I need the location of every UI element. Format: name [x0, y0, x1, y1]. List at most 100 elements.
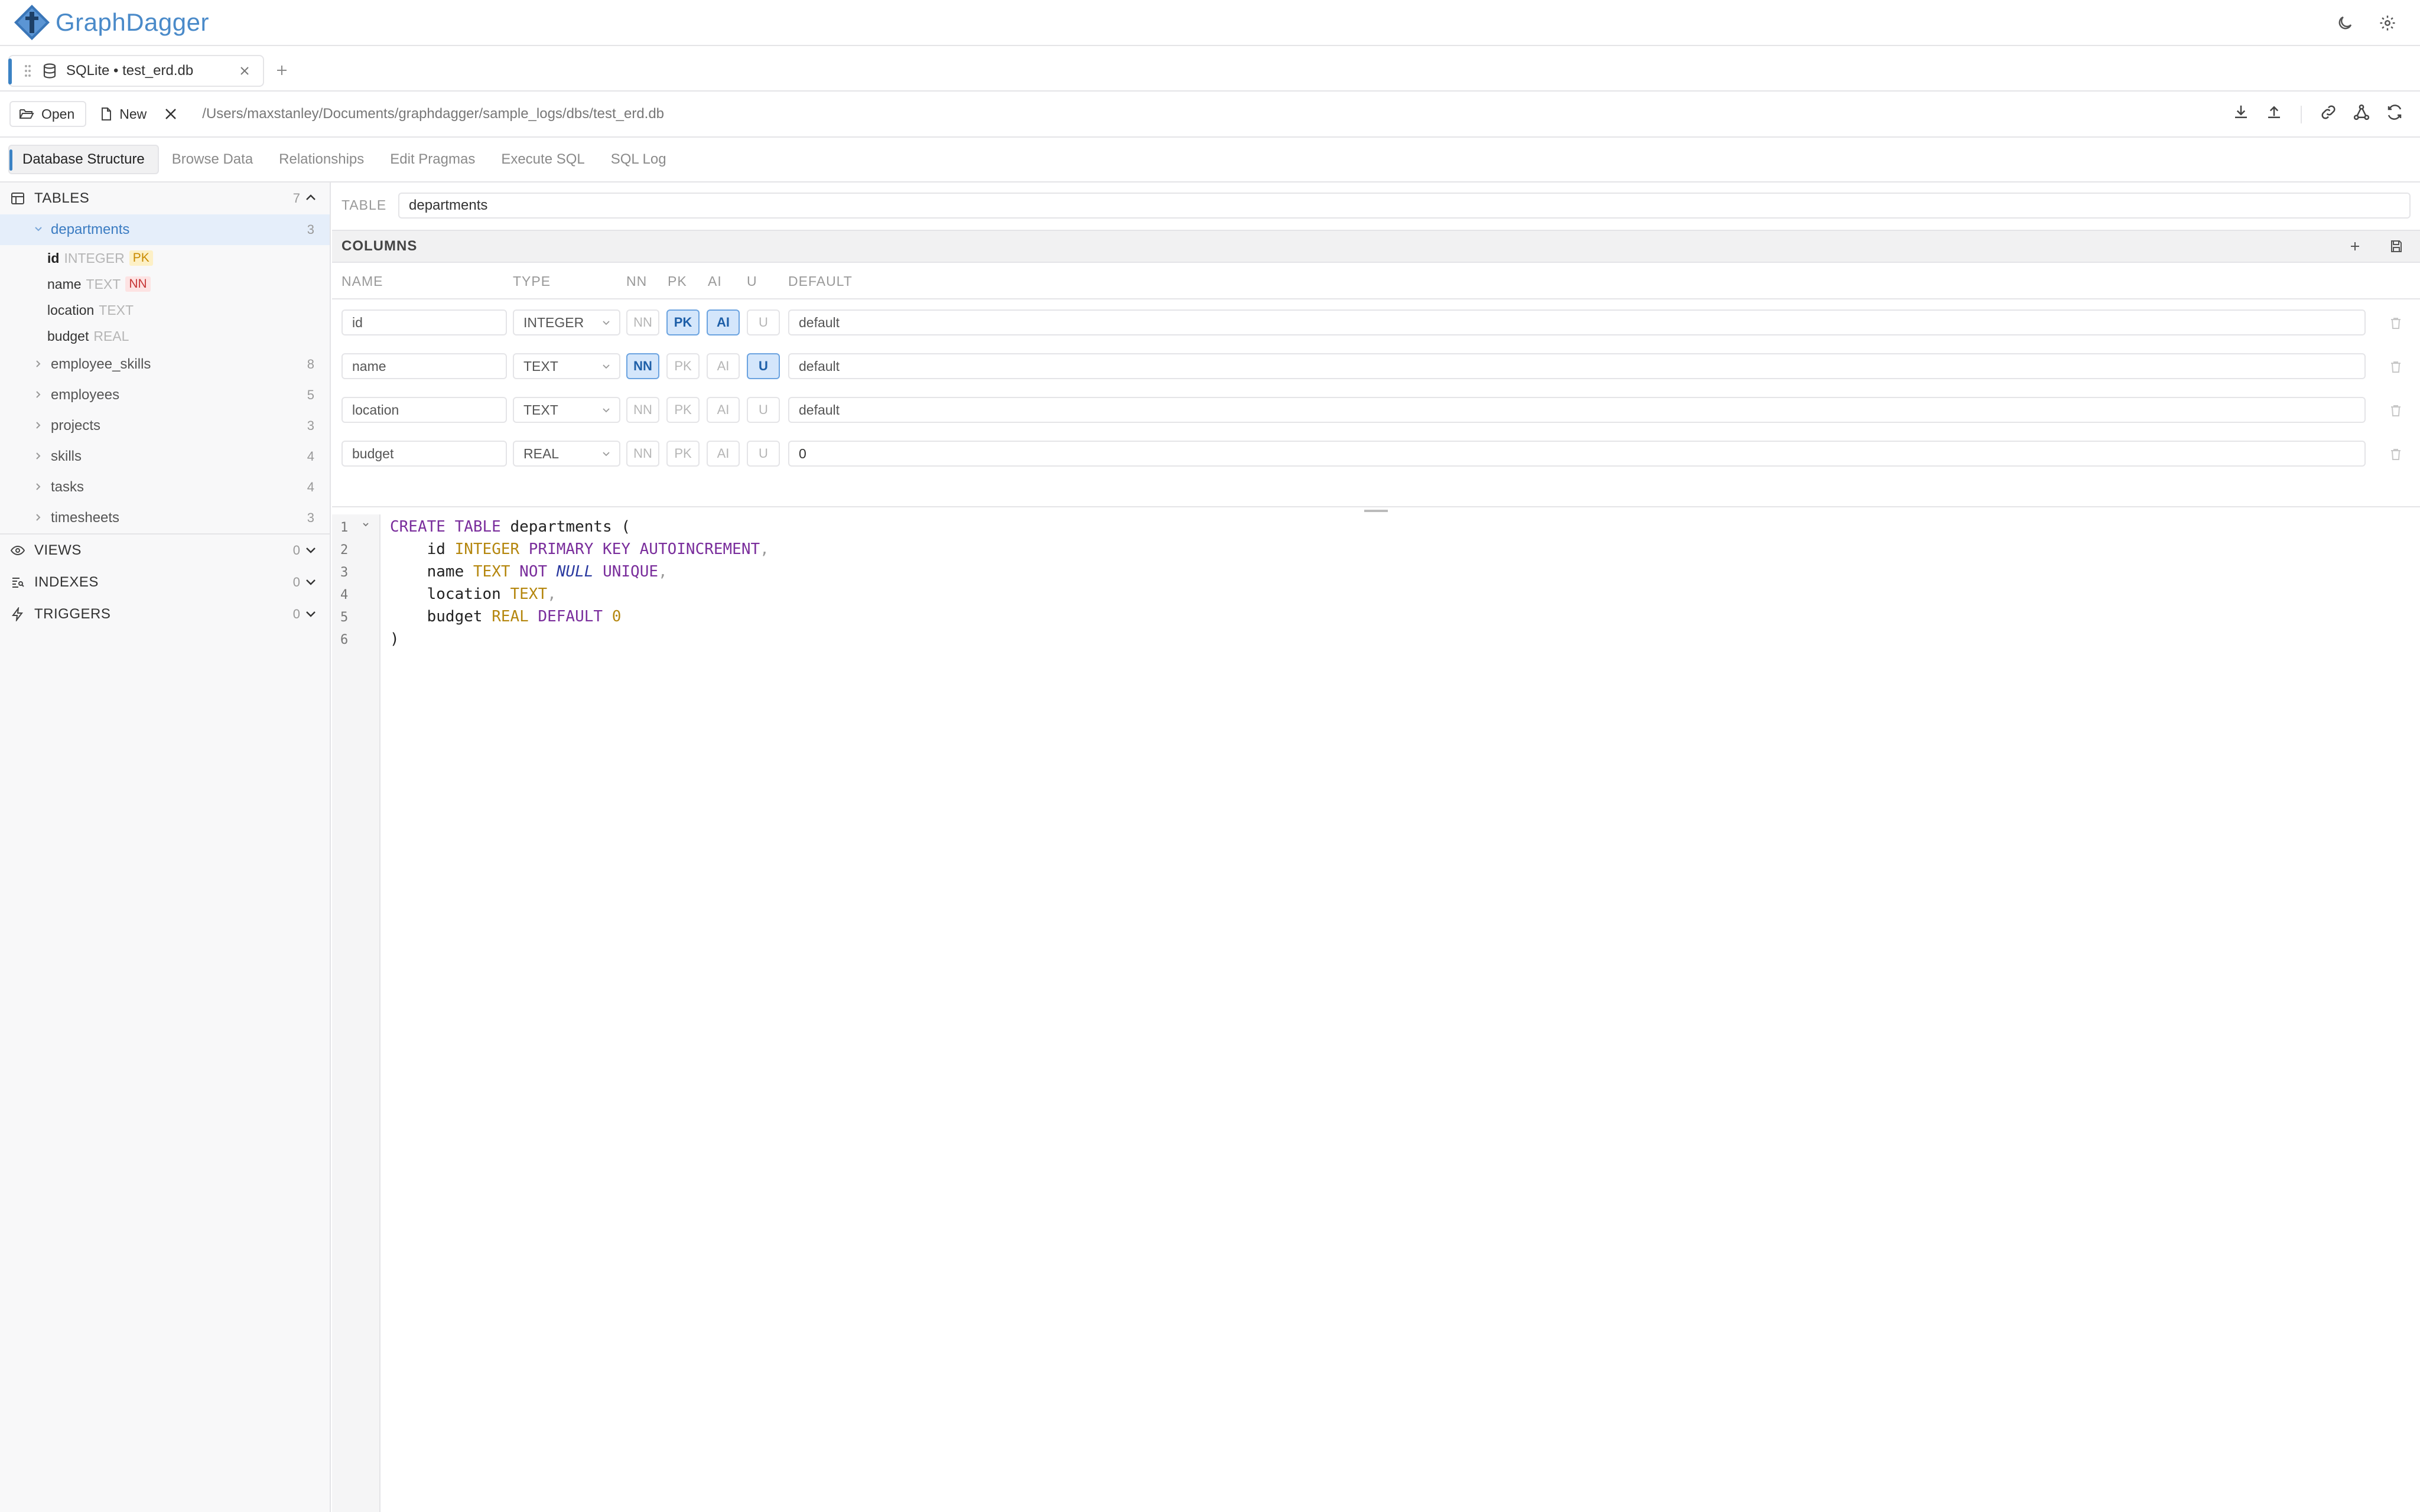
default-value-input[interactable]: default — [788, 397, 2366, 423]
tables-section-header[interactable]: TABLES 7 — [0, 183, 330, 214]
sidebar-table-projects[interactable]: projects 3 — [0, 410, 330, 441]
view-tabs: Database Structure Browse Data Relations… — [0, 138, 2420, 183]
fold-chevron-icon[interactable] — [362, 520, 370, 529]
tab-sql-log[interactable]: SQL Log — [598, 145, 679, 174]
triggers-section-label: TRIGGERS — [34, 606, 111, 622]
new-button[interactable]: New — [91, 101, 159, 127]
sidebar-table-tasks[interactable]: tasks 4 — [0, 472, 330, 503]
unique-toggle[interactable]: U — [747, 441, 780, 467]
add-tab-icon[interactable] — [275, 64, 288, 77]
chevron-right-icon[interactable] — [33, 481, 44, 492]
column-name-input[interactable]: location — [341, 397, 507, 423]
sql-punctuation: , — [547, 585, 557, 603]
tab-execute-sql[interactable]: Execute SQL — [488, 145, 597, 174]
indexes-section-header[interactable]: INDEXES 0 — [0, 566, 330, 598]
upload-icon[interactable] — [2265, 103, 2283, 126]
column-row-id: id INTEGER NN PK AI U default — [332, 301, 2420, 344]
primary-key-toggle[interactable]: PK — [666, 441, 700, 467]
download-icon[interactable] — [2232, 103, 2250, 126]
close-tab-icon[interactable] — [238, 64, 251, 77]
resize-splitter[interactable] — [332, 506, 2420, 514]
database-path: /Users/maxstanley/Documents/graphdagger/… — [202, 106, 665, 122]
chevron-down-icon[interactable] — [33, 224, 44, 234]
sidebar-column-item[interactable]: name TEXT NN — [0, 271, 330, 297]
autoincrement-toggle[interactable]: AI — [707, 397, 740, 423]
default-value-input[interactable]: default — [788, 309, 2366, 335]
unique-toggle[interactable]: U — [747, 397, 780, 423]
not-null-toggle[interactable]: NN — [626, 353, 659, 379]
default-value-input[interactable]: default — [788, 353, 2366, 379]
column-type-select[interactable]: REAL — [513, 441, 620, 467]
sidebar-table-skills[interactable]: skills 4 — [0, 441, 330, 472]
trash-icon[interactable] — [2389, 360, 2402, 373]
table-name: employee_skills — [51, 356, 151, 372]
trash-icon[interactable] — [2389, 317, 2402, 330]
columns-label: COLUMNS — [341, 238, 418, 254]
chevron-right-icon[interactable] — [33, 512, 44, 523]
chevron-up-icon[interactable] — [304, 191, 318, 205]
unique-toggle[interactable]: U — [747, 309, 780, 335]
column-type-select[interactable]: TEXT — [513, 353, 620, 379]
sidebar-table-employee-skills[interactable]: employee_skills 8 — [0, 349, 330, 380]
connection-tab[interactable]: SQLite • test_erd.db — [8, 55, 264, 87]
save-icon[interactable] — [2389, 239, 2403, 253]
tab-edit-pragmas[interactable]: Edit Pragmas — [377, 145, 488, 174]
chevron-down-icon[interactable] — [304, 607, 318, 621]
views-section-header[interactable]: VIEWS 0 — [0, 535, 330, 566]
chevron-right-icon[interactable] — [33, 359, 44, 369]
sidebar-column-item[interactable]: id INTEGER PK — [0, 245, 330, 271]
drag-handle-icon[interactable] — [24, 64, 32, 78]
primary-key-toggle[interactable]: PK — [666, 353, 700, 379]
chevron-right-icon[interactable] — [33, 420, 44, 431]
sidebar-table-timesheets[interactable]: timesheets 3 — [0, 503, 330, 533]
not-null-toggle[interactable]: NN — [626, 309, 659, 335]
tab-browse-data[interactable]: Browse Data — [159, 145, 266, 174]
add-column-icon[interactable] — [2348, 239, 2362, 253]
header-name: NAME — [341, 273, 383, 289]
autoincrement-toggle[interactable]: AI — [707, 309, 740, 335]
moon-icon[interactable] — [2334, 12, 2356, 34]
splitter-handle-icon[interactable] — [1364, 510, 1388, 512]
column-name-input[interactable]: budget — [341, 441, 507, 467]
tab-database-structure[interactable]: Database Structure — [8, 145, 159, 174]
trash-icon[interactable] — [2389, 448, 2402, 461]
chevron-down-icon[interactable] — [304, 543, 318, 557]
sql-editor[interactable]: 1 2 3 4 5 6 CREATE TABLE departments ( i… — [332, 514, 2420, 1512]
autoincrement-toggle[interactable]: AI — [707, 353, 740, 379]
primary-key-toggle[interactable]: PK — [666, 397, 700, 423]
sidebar-column-item[interactable]: location TEXT — [0, 297, 330, 323]
graph-icon[interactable] — [2353, 103, 2370, 126]
column-type-value: TEXT — [523, 402, 558, 418]
not-null-toggle[interactable]: NN — [626, 397, 659, 423]
open-button[interactable]: Open — [9, 101, 87, 127]
not-null-toggle[interactable]: NN — [626, 441, 659, 467]
column-type-select[interactable]: TEXT — [513, 397, 620, 423]
unique-toggle[interactable]: U — [747, 353, 780, 379]
column-type-select[interactable]: INTEGER — [513, 309, 620, 335]
chevron-down-icon[interactable] — [304, 575, 318, 589]
trash-icon[interactable] — [2389, 404, 2402, 417]
column-name-input[interactable]: name — [341, 353, 507, 379]
column-name-input[interactable]: id — [341, 309, 507, 335]
sql-identifier: name — [390, 563, 473, 581]
sidebar-table-employees[interactable]: employees 5 — [0, 380, 330, 410]
column-name: location — [47, 302, 95, 318]
chevron-right-icon[interactable] — [33, 389, 44, 400]
table-name-input[interactable]: departments — [398, 193, 2411, 219]
triggers-section-header[interactable]: TRIGGERS 0 — [0, 598, 330, 630]
sql-punctuation: , — [760, 540, 769, 558]
autoincrement-toggle[interactable]: AI — [707, 441, 740, 467]
close-database-icon[interactable] — [163, 106, 178, 122]
refresh-icon[interactable] — [2386, 103, 2403, 126]
tab-relationships[interactable]: Relationships — [266, 145, 377, 174]
primary-key-toggle[interactable]: PK — [666, 309, 700, 335]
sidebar-table-departments[interactable]: departments 3 — [0, 214, 330, 245]
link-icon[interactable] — [2320, 103, 2337, 126]
app-logo[interactable]: GraphDagger — [13, 4, 209, 41]
gear-icon[interactable] — [2376, 12, 2399, 34]
chevron-down-icon — [601, 405, 611, 415]
chevron-right-icon[interactable] — [33, 451, 44, 461]
sidebar-column-item[interactable]: budget REAL — [0, 323, 330, 349]
default-value-input[interactable]: 0 — [788, 441, 2366, 467]
columns-grid-header: NAME TYPE NN PK AI U DEFAULT — [332, 263, 2420, 299]
